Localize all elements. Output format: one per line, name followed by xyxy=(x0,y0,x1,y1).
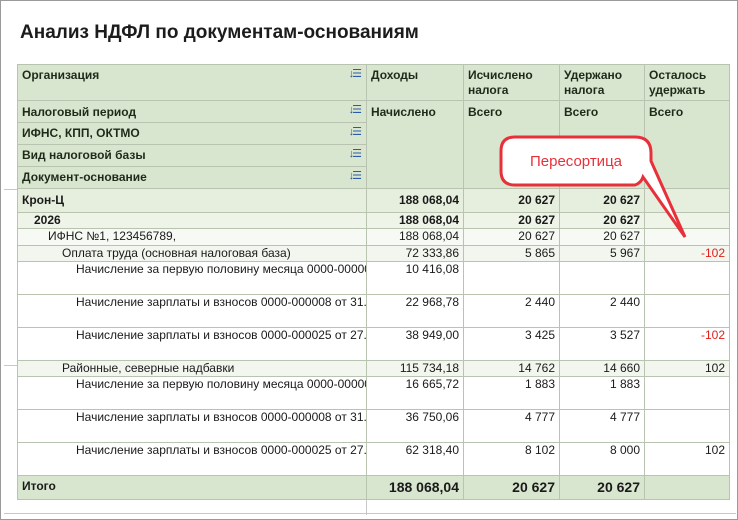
cell-income: 188 068,04 xyxy=(366,228,464,246)
header-row: Налоговый период ↓☰ Начислено Всего Всег… xyxy=(17,100,730,189)
header-row: Организация ↓☰ Доходы Исчислено налога У… xyxy=(17,64,730,101)
cell-remaining: -102 xyxy=(644,245,730,262)
cell-withheld: 4 777 xyxy=(559,409,645,443)
divider-line xyxy=(4,189,18,190)
row-label: Оплата труда (основная налоговая база) xyxy=(17,245,367,262)
row-label: Начисление за первую половину месяца 000… xyxy=(17,376,367,410)
subheader-income: Начислено xyxy=(366,100,464,189)
cell-calc: 5 865 xyxy=(463,245,560,262)
cell-calc xyxy=(463,261,560,295)
sort-icon[interactable]: ↓☰ xyxy=(349,103,362,118)
table-row[interactable]: Начисление зарплаты и взносов 0000-00000… xyxy=(17,409,730,443)
sort-icon[interactable]: ↓☰ xyxy=(349,147,362,162)
cell-income: 16 665,72 xyxy=(366,376,464,410)
col-header-calc[interactable]: Исчислено налога xyxy=(463,64,560,101)
total-income: 188 068,04 xyxy=(366,475,464,500)
cell-withheld xyxy=(559,261,645,295)
row-label: Начисление зарплаты и взносов 0000-00002… xyxy=(17,327,367,361)
group-header-base[interactable]: Вид налоговой базы ↓☰ xyxy=(17,144,367,167)
cell-withheld: 14 660 xyxy=(559,360,645,377)
cell-withheld: 1 883 xyxy=(559,376,645,410)
total-row: Итого 188 068,04 20 627 20 627 xyxy=(17,475,730,500)
cell-calc: 3 425 xyxy=(463,327,560,361)
cell-remaining xyxy=(644,261,730,295)
cell-remaining xyxy=(644,409,730,443)
col-header-remaining[interactable]: Осталось удержать xyxy=(644,64,730,101)
total-remaining xyxy=(644,475,730,500)
cell-withheld: 5 967 xyxy=(559,245,645,262)
group-label: Организация xyxy=(22,68,100,82)
group-label: Вид налоговой базы xyxy=(22,148,146,162)
cell-remaining xyxy=(644,294,730,328)
cell-remaining: 102 xyxy=(644,442,730,476)
table-row[interactable]: Начисление за первую половину месяца 000… xyxy=(17,261,730,295)
group-header-ifns[interactable]: ИФНС, КПП, ОКТМО ↓☰ xyxy=(17,122,367,145)
cell-income: 36 750,06 xyxy=(366,409,464,443)
cell-income: 62 318,40 xyxy=(366,442,464,476)
cell-withheld: 8 000 xyxy=(559,442,645,476)
cell-income: 72 333,86 xyxy=(366,245,464,262)
cell-calc: 8 102 xyxy=(463,442,560,476)
cell-income: 38 949,00 xyxy=(366,327,464,361)
group-label: ИФНС, КПП, ОКТМО xyxy=(22,126,140,140)
col-header-income[interactable]: Доходы xyxy=(366,64,464,101)
divider-line xyxy=(4,365,18,366)
sort-icon[interactable]: ↓☰ xyxy=(349,169,362,184)
group-header-period[interactable]: Налоговый период ↓☰ xyxy=(17,100,367,123)
cell-remaining xyxy=(644,376,730,410)
group-header-organization[interactable]: Организация ↓☰ xyxy=(17,64,367,101)
row-label: Районные, северные надбавки xyxy=(17,360,367,377)
sort-icon[interactable]: ↓☰ xyxy=(349,67,362,82)
cell-calc: 14 762 xyxy=(463,360,560,377)
cell-remaining: 102 xyxy=(644,360,730,377)
row-label: Начисление зарплаты и взносов 0000-00000… xyxy=(17,409,367,443)
row-label: Начисление зарплаты и взносов 0000-00002… xyxy=(17,442,367,476)
table-row[interactable]: Начисление зарплаты и взносов 0000-00000… xyxy=(17,294,730,328)
table-row[interactable]: Начисление зарплаты и взносов 0000-00002… xyxy=(17,327,730,361)
row-label: Начисление зарплаты и взносов 0000-00000… xyxy=(17,294,367,328)
cell-calc: 4 777 xyxy=(463,409,560,443)
row-label: Крон-Ц xyxy=(17,188,367,213)
group-header-document[interactable]: Документ-основание ↓☰ xyxy=(17,166,367,189)
cell-income: 188 068,04 xyxy=(366,188,464,213)
col-header-withheld[interactable]: Удержано налога xyxy=(559,64,645,101)
report-title: Анализ НДФЛ по документам-основаниям xyxy=(20,22,419,43)
group-label: Налоговый период xyxy=(22,105,137,119)
cell-withheld: 3 527 xyxy=(559,327,645,361)
callout-annotation: Пересортица xyxy=(499,135,687,238)
table-row[interactable]: Оплата труда (основная налоговая база) 7… xyxy=(17,245,730,262)
cell-income: 188 068,04 xyxy=(366,212,464,229)
report-table: Организация ↓☰ Доходы Исчислено налога У… xyxy=(17,64,730,500)
cell-withheld: 2 440 xyxy=(559,294,645,328)
divider-line xyxy=(4,513,736,514)
total-calc: 20 627 xyxy=(463,475,560,500)
row-label: ИФНС №1, 123456789, xyxy=(17,228,367,246)
total-label: Итого xyxy=(17,475,367,500)
cell-calc: 2 440 xyxy=(463,294,560,328)
row-label: Начисление за первую половину месяца 000… xyxy=(17,261,367,295)
table-row[interactable]: Районные, северные надбавки 115 734,18 1… xyxy=(17,360,730,377)
cell-income: 115 734,18 xyxy=(366,360,464,377)
group-label: Документ-основание xyxy=(22,170,147,184)
cell-remaining: -102 xyxy=(644,327,730,361)
total-withheld: 20 627 xyxy=(559,475,645,500)
callout-bubble xyxy=(499,135,687,238)
cell-income: 22 968,78 xyxy=(366,294,464,328)
cell-calc: 1 883 xyxy=(463,376,560,410)
table-row[interactable]: Начисление за первую половину месяца 000… xyxy=(17,376,730,410)
sort-icon[interactable]: ↓☰ xyxy=(349,125,362,140)
row-label: 2026 xyxy=(17,212,367,229)
table-row[interactable]: Начисление зарплаты и взносов 0000-00002… xyxy=(17,442,730,476)
callout-text: Пересортица xyxy=(530,153,623,170)
cell-income: 10 416,08 xyxy=(366,261,464,295)
